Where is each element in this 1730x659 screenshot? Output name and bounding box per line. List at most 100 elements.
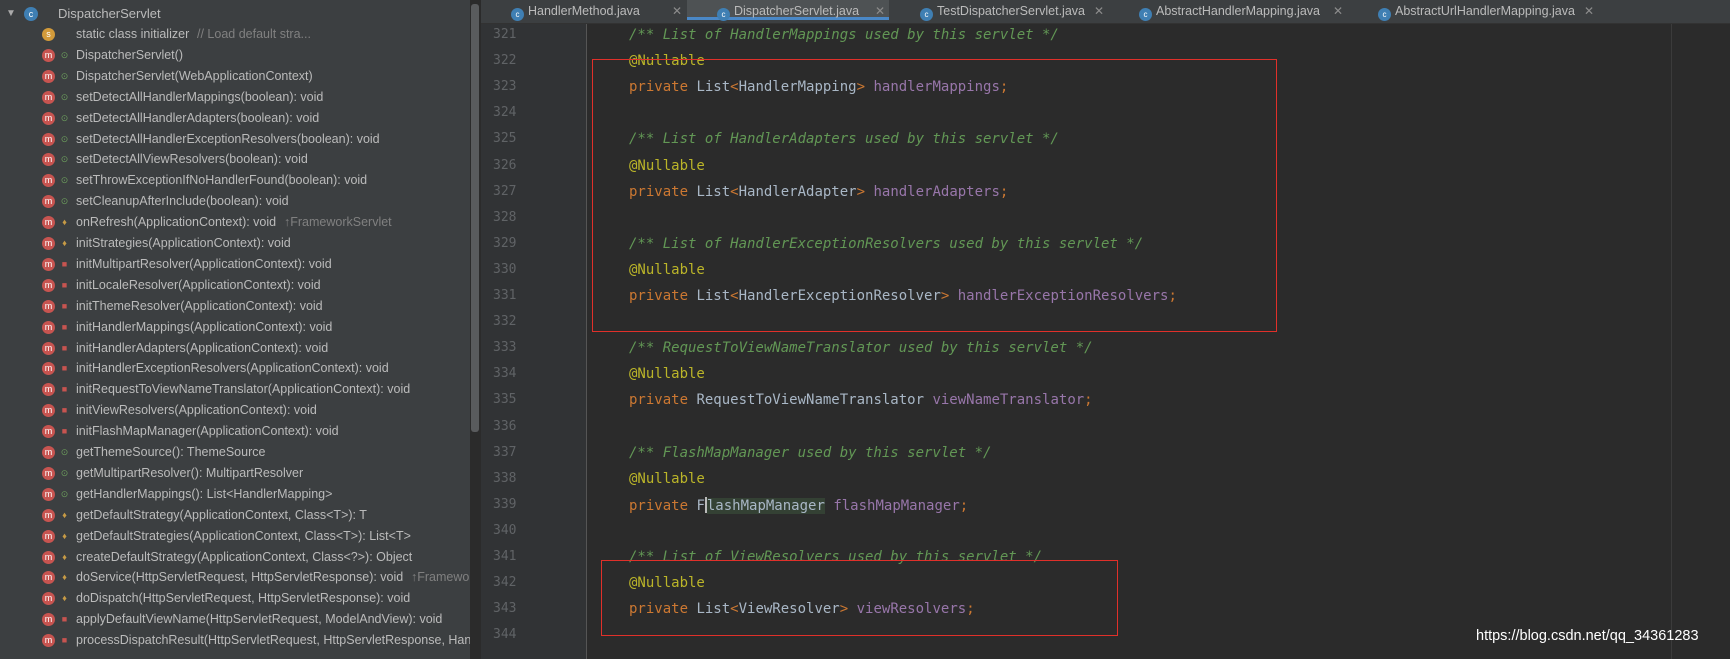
structure-item-label: setDetectAllViewResolvers(boolean): void (76, 152, 308, 167)
structure-item[interactable]: m ■ initThemeResolver(ApplicationContext):… (0, 296, 470, 317)
structure-item-label: DispatcherServlet() (76, 47, 183, 62)
static-initializer-icon: s (42, 28, 55, 41)
structure-item[interactable]: s static class initializer // Load default… (0, 24, 470, 45)
close-tab-icon[interactable]: ✕ (875, 0, 885, 23)
structure-item-label: getDefaultStrategy(ApplicationContext, C… (76, 507, 367, 522)
private-visibility-icon: ■ (61, 426, 68, 437)
structure-root-label: DispatcherServlet (58, 6, 161, 21)
editor-tab[interactable]: c AbstractHandlerMapping.java ✕ (1109, 0, 1347, 23)
editor-tab[interactable]: c AbstractUrlHandlerMapping.java ✕ (1348, 0, 1598, 23)
structure-item[interactable]: m ■ processDispatchResult(HttpServletReque… (0, 630, 470, 651)
line-number: 321 (493, 27, 517, 42)
structure-item[interactable]: m ♦ getDefaultStrategy(ApplicationContext,… (0, 505, 470, 526)
structure-item[interactable]: m ■ initHandlerMappings(ApplicationContext… (0, 317, 470, 338)
structure-scrollbar[interactable] (471, 4, 479, 432)
code-line[interactable]: private FlashMapManager flashMapManager; (629, 496, 969, 514)
structure-root[interactable]: ▼ c DispatcherServlet (0, 3, 470, 25)
code-line[interactable]: @Nullable (629, 471, 705, 487)
structure-item[interactable]: m ⊙ setDetectAllHandlerMappings(boolean): … (0, 87, 470, 108)
code-line[interactable]: @Nullable (629, 366, 705, 382)
structure-item-label: initStrategies(ApplicationContext): void (76, 236, 291, 250)
structure-item[interactable]: m ⊙ getThemeSource(): ThemeSource (0, 442, 470, 463)
structure-item[interactable]: m ♦ doDispatch(HttpServletRequest, HttpSer… (0, 588, 470, 609)
structure-item-hint: ↑Framewor (411, 570, 470, 585)
structure-item[interactable]: m ⊙ setDetectAllHandlerExceptionResolvers(… (0, 129, 470, 150)
method-icon: m (42, 111, 55, 125)
line-number: 322 (493, 53, 517, 69)
code-line[interactable]: /** RequestToViewNameTranslator used by … (629, 340, 1093, 356)
structure-item[interactable]: m ⊙ getMultipartResolver(): MultipartResol… (0, 463, 470, 484)
line-number: 327 (493, 183, 517, 199)
structure-item[interactable]: m ■ initLocaleResolver(ApplicationContext)… (0, 275, 470, 296)
expand-arrow-icon[interactable]: ▼ (6, 3, 16, 25)
private-visibility-icon: ■ (61, 384, 68, 395)
editor-tab-label: AbstractUrlHandlerMapping.java (1395, 4, 1575, 18)
code-line[interactable]: private RequestToViewNameTranslator view… (629, 392, 1093, 408)
method-icon: m (42, 425, 55, 439)
structure-item[interactable]: m ■ initHandlerExceptionResolvers(Applicat… (0, 358, 470, 379)
protected-visibility-icon: ♦ (62, 238, 67, 248)
structure-item-label: setThrowExceptionIfNoHandlerFound(boolea… (76, 173, 368, 188)
line-number: 326 (493, 157, 517, 173)
public-visibility-icon: ⊙ (60, 49, 69, 60)
editor-tab[interactable]: c DispatcherServlet.java ✕ (687, 0, 889, 23)
code-line[interactable]: /** List of HandlerMappings used by this… (629, 27, 1059, 43)
line-number: 335 (493, 392, 517, 408)
public-visibility-icon: ⊙ (60, 91, 69, 102)
structure-item[interactable]: m ⊙ DispatcherServlet(WebApplicationContex… (0, 66, 470, 87)
line-number: 343 (493, 601, 517, 617)
structure-item[interactable]: m ■ applyDefaultViewName(HttpServletReques… (0, 609, 470, 630)
line-number-gutter: 321 322 323 324 325 326 327 328 329 330 331 332 333 3… (481, 24, 586, 659)
structure-item[interactable]: m ⊙ setDetectAllHandlerAdapters(boolean): … (0, 108, 470, 129)
private-visibility-icon: ■ (61, 300, 68, 311)
public-visibility-icon: ⊙ (60, 488, 69, 499)
code-token-field: viewNameTranslator (932, 392, 1085, 409)
structure-item[interactable]: m ■ initHandlerAdapters(ApplicationContext… (0, 338, 470, 359)
code-token-field: flashMapManager (833, 497, 960, 514)
structure-item[interactable]: m ♦ initStrategies(ApplicationContext): vo… (0, 233, 470, 254)
structure-item[interactable]: m ♦ onRefresh(ApplicationContext): void ↑Fr… (0, 212, 470, 233)
structure-item-label: getHandlerMappings(): List<HandlerMappin… (76, 486, 333, 501)
structure-item-label: static class initializer (76, 27, 190, 41)
protected-visibility-icon: ♦ (62, 217, 67, 228)
line-number: 338 (493, 470, 517, 486)
structure-item[interactable]: m ♦ doService(HttpServletRequest, HttpServ… (0, 567, 470, 588)
structure-item[interactable]: m ⊙ setThrowExceptionIfNoHandlerFound(bool… (0, 170, 470, 191)
editor-tab[interactable]: c TestDispatcherServlet.java ✕ (890, 0, 1108, 23)
code-token-anno: @Nullable (629, 470, 705, 487)
private-visibility-icon: ■ (61, 279, 68, 290)
structure-item[interactable]: m ⊙ setCleanupAfterInclude(boolean): void (0, 191, 470, 212)
structure-item[interactable]: m ■ initFlashMapManager(ApplicationContext… (0, 421, 470, 442)
protected-visibility-icon: ♦ (62, 551, 67, 562)
protected-visibility-icon: ♦ (62, 530, 67, 541)
protected-visibility-icon: ♦ (62, 572, 67, 583)
public-visibility-icon: ⊙ (60, 154, 69, 165)
method-icon: m (42, 341, 55, 355)
method-icon: m (42, 487, 55, 501)
public-visibility-icon: ⊙ (60, 175, 69, 186)
structure-item[interactable]: m ⊙ setDetectAllViewResolvers(boolean): vo… (0, 149, 470, 170)
close-tab-icon[interactable]: ✕ (672, 0, 682, 23)
method-icon: m (42, 529, 55, 543)
close-tab-icon[interactable]: ✕ (1584, 0, 1594, 23)
structure-item[interactable]: m ■ initMultipartResolver(ApplicationConte… (0, 254, 470, 275)
close-tab-icon[interactable]: ✕ (1333, 0, 1343, 23)
structure-item-label: getMultipartResolver(): MultipartResolve… (76, 465, 304, 480)
code-line[interactable]: /** FlashMapManager used by this servlet… (629, 445, 991, 461)
public-visibility-icon: ⊙ (60, 447, 69, 457)
structure-item[interactable]: m ■ initViewResolvers(ApplicationContext):… (0, 400, 470, 421)
close-tab-icon[interactable]: ✕ (1094, 0, 1104, 23)
structure-item[interactable]: m ⊙ getHandlerMappings(): List<HandlerMapp… (0, 484, 470, 505)
method-icon: m (42, 404, 55, 418)
line-number: 323 (493, 79, 517, 95)
structure-item[interactable]: m ■ initRequestToViewNameTranslator(Applic… (0, 379, 470, 400)
public-visibility-icon: ⊙ (60, 467, 69, 478)
structure-item[interactable]: m ♦ createDefaultStrategy(ApplicationConte… (0, 547, 470, 568)
editor-tab-label: TestDispatcherServlet.java (937, 4, 1085, 18)
method-icon: m (42, 592, 55, 606)
structure-item[interactable]: m ♦ getDefaultStrategies(ApplicationContex… (0, 526, 470, 547)
editor-tab[interactable]: c HandlerMethod.java ✕ (481, 0, 686, 23)
code-token-punct: ; (959, 497, 969, 514)
structure-item[interactable]: m ⊙ DispatcherServlet() (0, 45, 470, 66)
structure-item-label: applyDefaultViewName(HttpServletRequest,… (76, 612, 443, 627)
